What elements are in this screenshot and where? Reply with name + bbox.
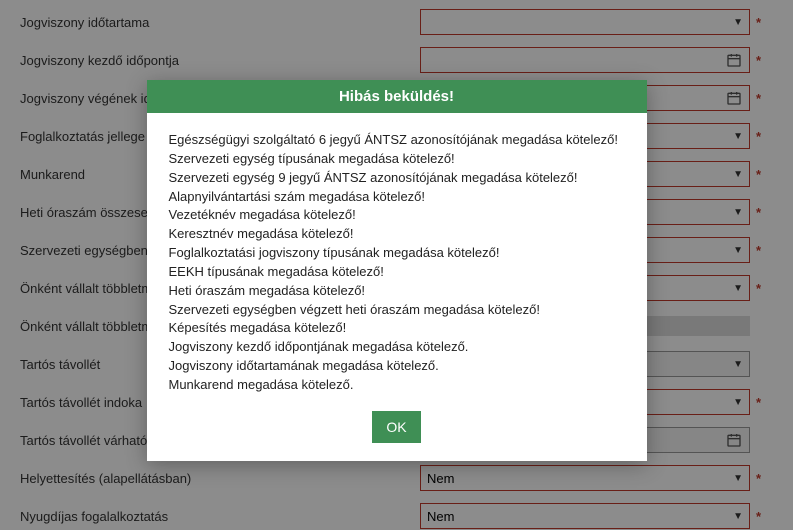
modal-title: Hibás beküldés! bbox=[147, 80, 647, 113]
error-message: Szervezeti egységben végzett heti óraszá… bbox=[169, 301, 625, 320]
error-modal: Hibás beküldés! Egészségügyi szolgáltató… bbox=[147, 80, 647, 461]
modal-overlay: Hibás beküldés! Egészségügyi szolgáltató… bbox=[0, 0, 793, 530]
error-message: Munkarend megadása kötelező. bbox=[169, 376, 625, 395]
error-message: Jogviszony kezdő időpontjának megadása k… bbox=[169, 338, 625, 357]
modal-footer: OK bbox=[147, 405, 647, 461]
error-message: Foglalkoztatási jogviszony típusának meg… bbox=[169, 244, 625, 263]
error-message: Heti óraszám megadása kötelező! bbox=[169, 282, 625, 301]
error-message: Egészségügyi szolgáltató 6 jegyű ÁNTSZ a… bbox=[169, 131, 625, 150]
ok-button[interactable]: OK bbox=[372, 411, 420, 443]
error-message: Szervezeti egység 9 jegyű ÁNTSZ azonosít… bbox=[169, 169, 625, 188]
modal-body: Egészségügyi szolgáltató 6 jegyű ÁNTSZ a… bbox=[147, 113, 647, 405]
error-message: Alapnyilvántartási szám megadása kötelez… bbox=[169, 188, 625, 207]
error-message: Vezetéknév megadása kötelező! bbox=[169, 206, 625, 225]
error-message: Keresztnév megadása kötelező! bbox=[169, 225, 625, 244]
error-message: Szervezeti egység típusának megadása köt… bbox=[169, 150, 625, 169]
error-message: Képesítés megadása kötelező! bbox=[169, 319, 625, 338]
error-message: EEKH típusának megadása kötelező! bbox=[169, 263, 625, 282]
error-message: Jogviszony időtartamának megadása kötele… bbox=[169, 357, 625, 376]
